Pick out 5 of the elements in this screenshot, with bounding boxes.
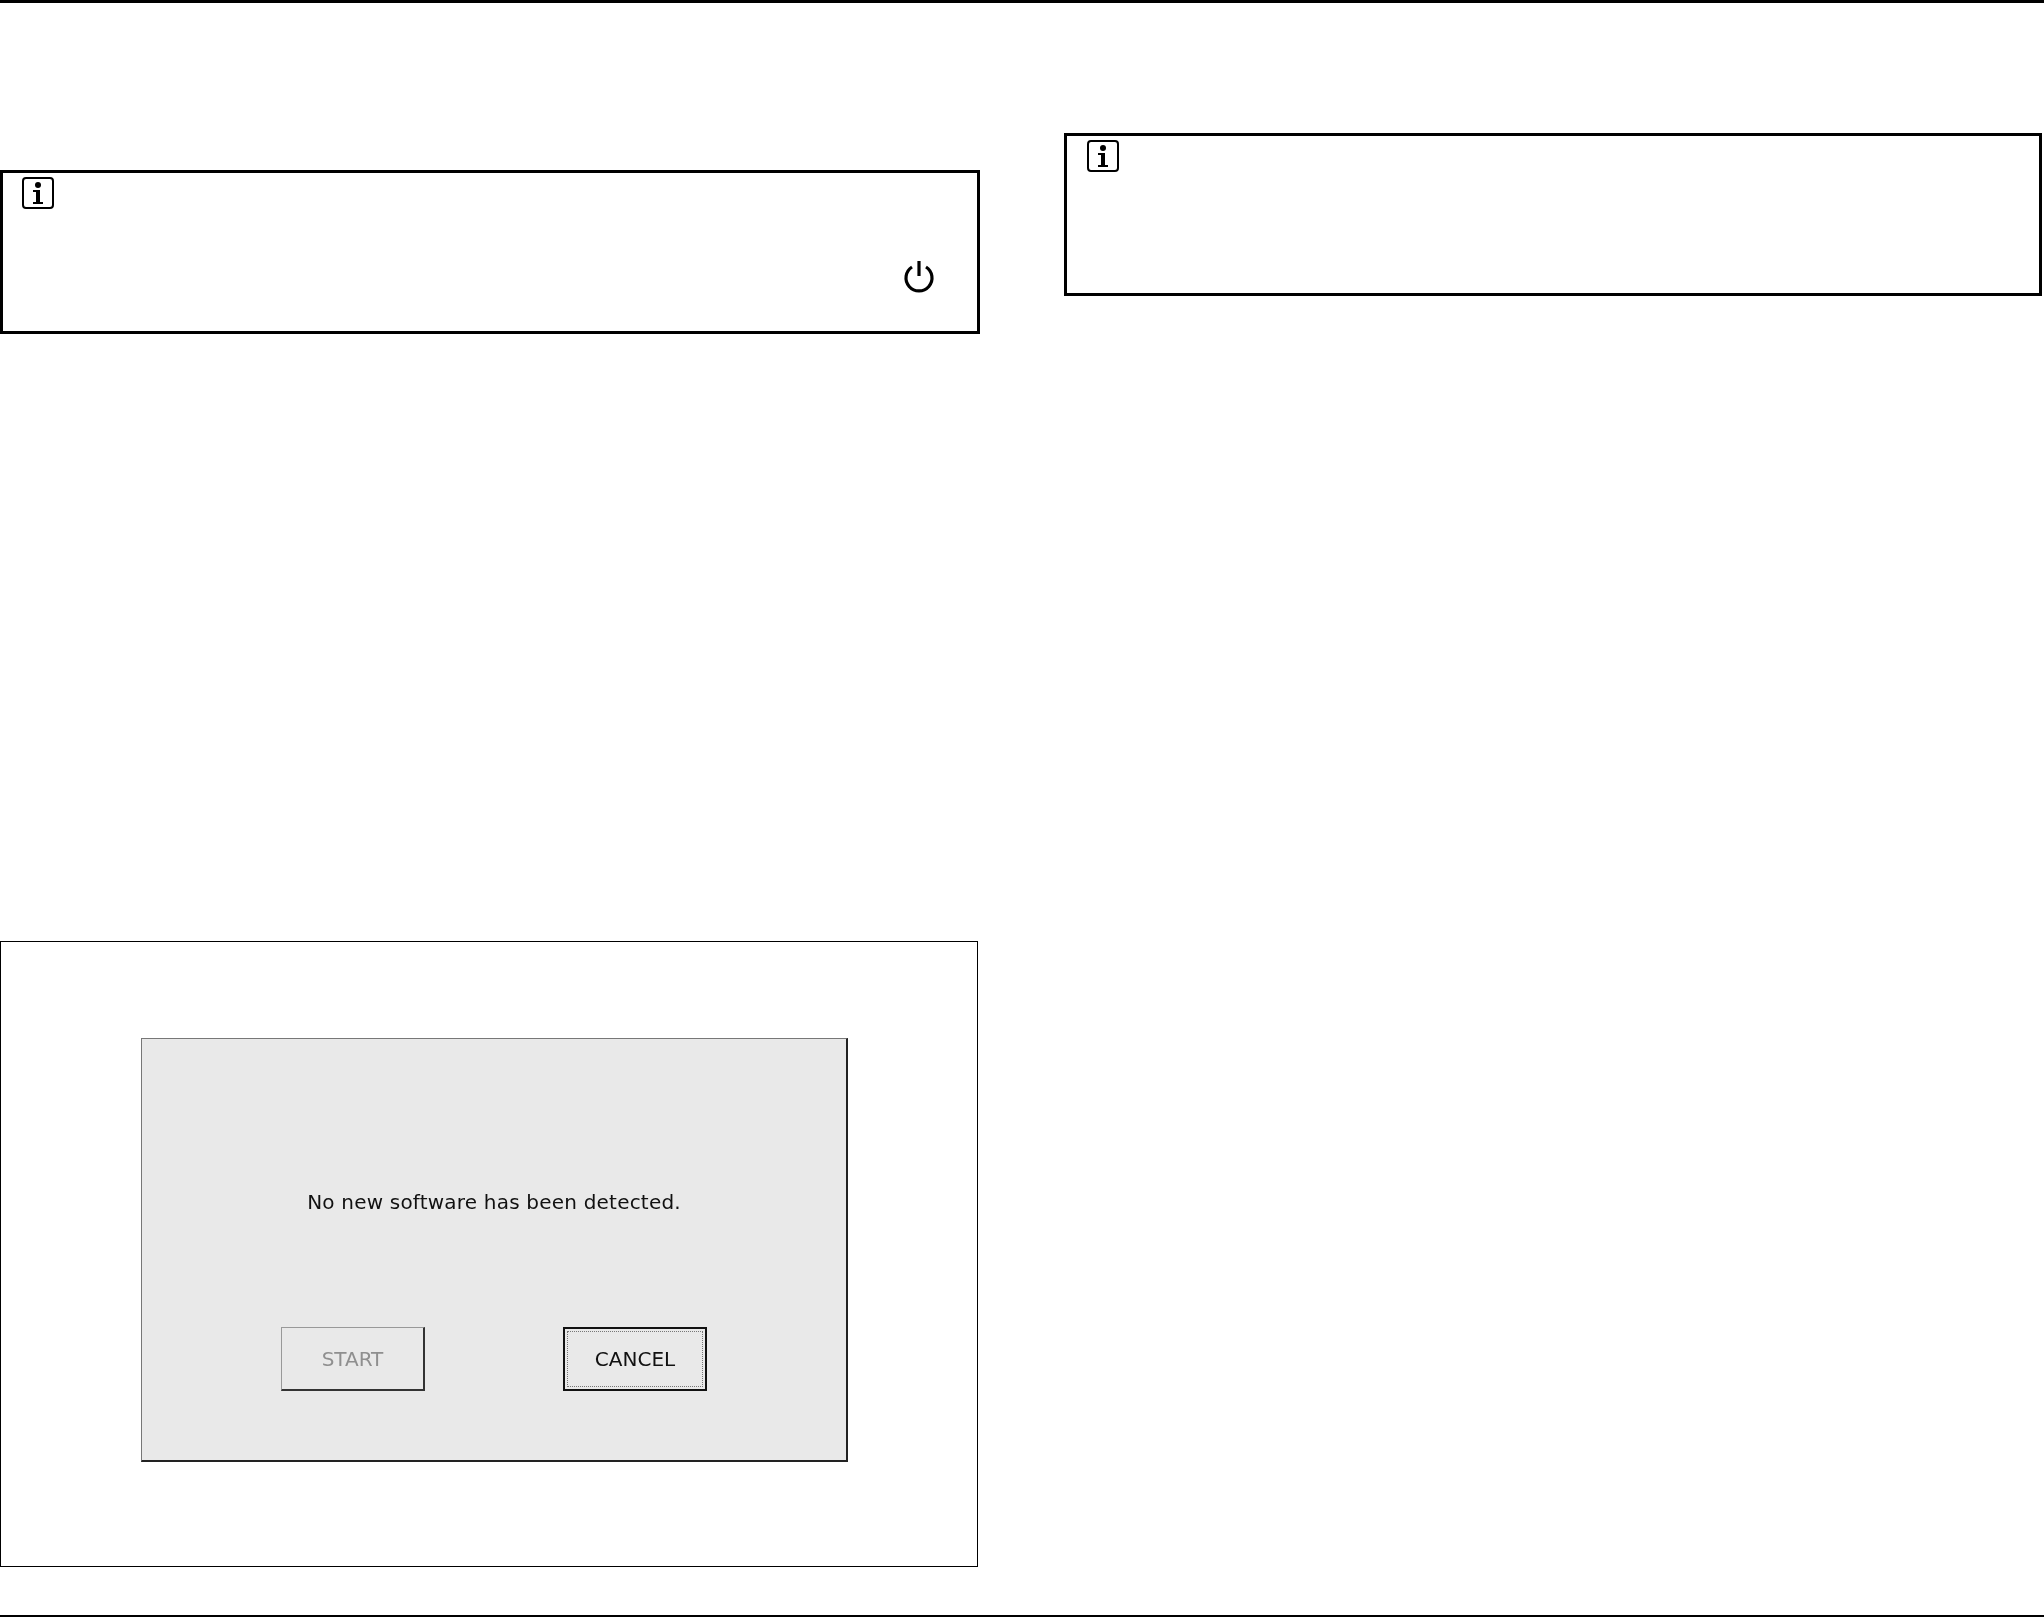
- cancel-button[interactable]: CANCEL: [563, 1327, 707, 1391]
- dialog-message: No new software has been detected.: [307, 1189, 681, 1216]
- info-icon: [1087, 140, 1119, 172]
- power-icon: [901, 259, 937, 295]
- info-icon: [22, 177, 54, 209]
